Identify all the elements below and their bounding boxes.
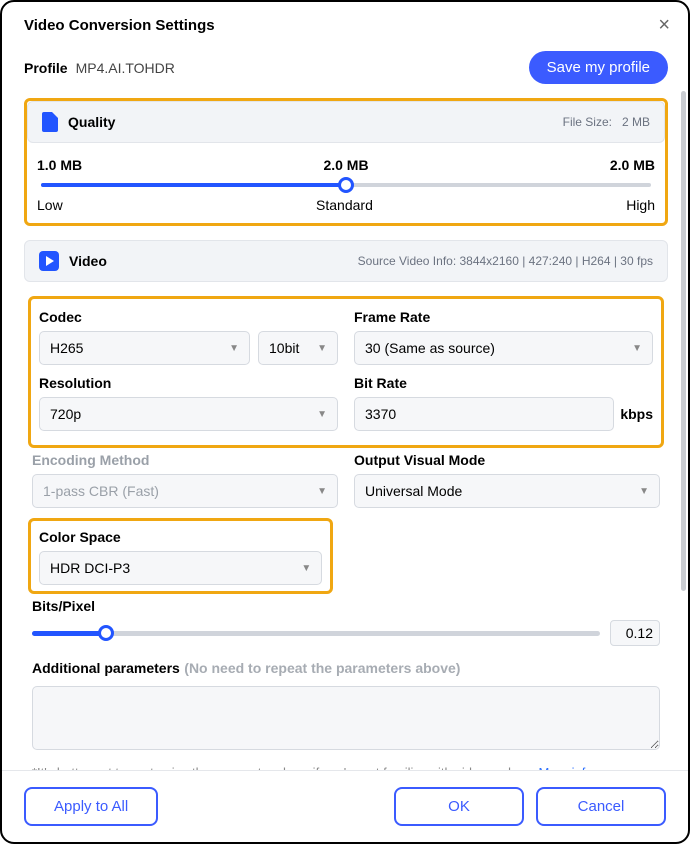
framerate-label: Frame Rate <box>354 309 653 325</box>
play-icon <box>39 251 59 271</box>
dialog-title: Video Conversion Settings <box>24 17 215 34</box>
apply-all-button[interactable]: Apply to All <box>24 787 158 826</box>
source-video-info: Source Video Info: 3844x2160 | 427:240 |… <box>358 254 653 268</box>
colorspace-select[interactable]: HDR DCI-P3▼ <box>39 551 322 585</box>
codec-bit-select[interactable]: 10bit▼ <box>258 331 338 365</box>
quality-min: 1.0 MB <box>37 157 82 173</box>
chevron-down-icon: ▼ <box>301 563 311 574</box>
framerate-select[interactable]: 30 (Same as source)▼ <box>354 331 653 365</box>
resolution-label: Resolution <box>39 375 338 391</box>
filesize-label: File Size: <box>563 115 612 129</box>
quality-low: Low <box>37 197 63 213</box>
highlighted-settings: Codec H265▼ 10bit▼ Frame Rate 30 (Same a… <box>28 296 664 448</box>
quality-slider[interactable] <box>41 183 651 187</box>
codec-select[interactable]: H265▼ <box>39 331 250 365</box>
bpp-label: Bits/Pixel <box>32 598 660 614</box>
footer-note: *It's better not to customize the parame… <box>28 765 664 770</box>
chevron-down-icon: ▼ <box>317 486 327 497</box>
quality-high: High <box>626 197 655 213</box>
profile-name: MP4.AI.TOHDR <box>76 60 175 76</box>
resolution-select[interactable]: 720p▼ <box>39 397 338 431</box>
bitrate-unit: kbps <box>620 406 653 422</box>
bpp-thumb[interactable] <box>98 625 114 641</box>
output-mode-select[interactable]: Universal Mode▼ <box>354 474 660 508</box>
video-body: Codec H265▼ 10bit▼ Frame Rate 30 (Same a… <box>24 282 668 770</box>
save-profile-button[interactable]: Save my profile <box>529 51 668 84</box>
document-icon <box>42 112 58 132</box>
bpp-value-input[interactable] <box>610 620 660 646</box>
bpp-slider[interactable] <box>32 631 600 636</box>
quality-mid: 2.0 MB <box>323 157 368 173</box>
titlebar: Video Conversion Settings × <box>2 2 688 45</box>
chevron-down-icon: ▼ <box>229 343 239 354</box>
chevron-down-icon: ▼ <box>317 409 327 420</box>
scrollbar[interactable] <box>681 91 686 591</box>
quality-max: 2.0 MB <box>610 157 655 173</box>
content-scroll[interactable]: Profile MP4.AI.TOHDR Save my profile Qua… <box>2 45 688 770</box>
profile-row: Profile MP4.AI.TOHDR Save my profile <box>24 51 668 84</box>
cancel-button[interactable]: Cancel <box>536 787 666 826</box>
close-icon[interactable]: × <box>658 14 670 37</box>
additional-params-input[interactable] <box>32 686 660 750</box>
chevron-down-icon: ▼ <box>317 343 327 354</box>
ok-button[interactable]: OK <box>394 787 524 826</box>
profile-label: Profile <box>24 60 68 76</box>
more-info-link[interactable]: More info... <box>538 765 603 770</box>
chevron-down-icon: ▼ <box>639 486 649 497</box>
encoding-select: 1-pass CBR (Fast)▼ <box>32 474 338 508</box>
filesize-value: 2 MB <box>622 115 650 129</box>
chevron-down-icon: ▼ <box>632 343 642 354</box>
quality-section: Quality File Size: 2 MB 1.0 MB 2.0 MB 2.… <box>24 98 668 226</box>
colorspace-label: Color Space <box>39 529 322 545</box>
codec-label: Codec <box>39 309 338 325</box>
output-mode-label: Output Visual Mode <box>354 452 660 468</box>
video-title: Video <box>69 253 107 269</box>
encoding-label: Encoding Method <box>32 452 338 468</box>
video-section-header: Video Source Video Info: 3844x2160 | 427… <box>24 240 668 282</box>
footer: Apply to All OK Cancel <box>2 770 688 842</box>
quality-standard: Standard <box>316 197 373 213</box>
additional-params-hint: (No need to repeat the parameters above) <box>184 660 460 676</box>
additional-params-label: Additional parameters <box>32 660 180 676</box>
slider-thumb[interactable] <box>338 177 354 193</box>
quality-title: Quality <box>68 114 115 130</box>
bitrate-label: Bit Rate <box>354 375 653 391</box>
settings-dialog: Video Conversion Settings × Profile MP4.… <box>0 0 690 844</box>
colorspace-highlight: Color Space HDR DCI-P3▼ <box>28 518 333 594</box>
bitrate-input[interactable] <box>354 397 614 431</box>
